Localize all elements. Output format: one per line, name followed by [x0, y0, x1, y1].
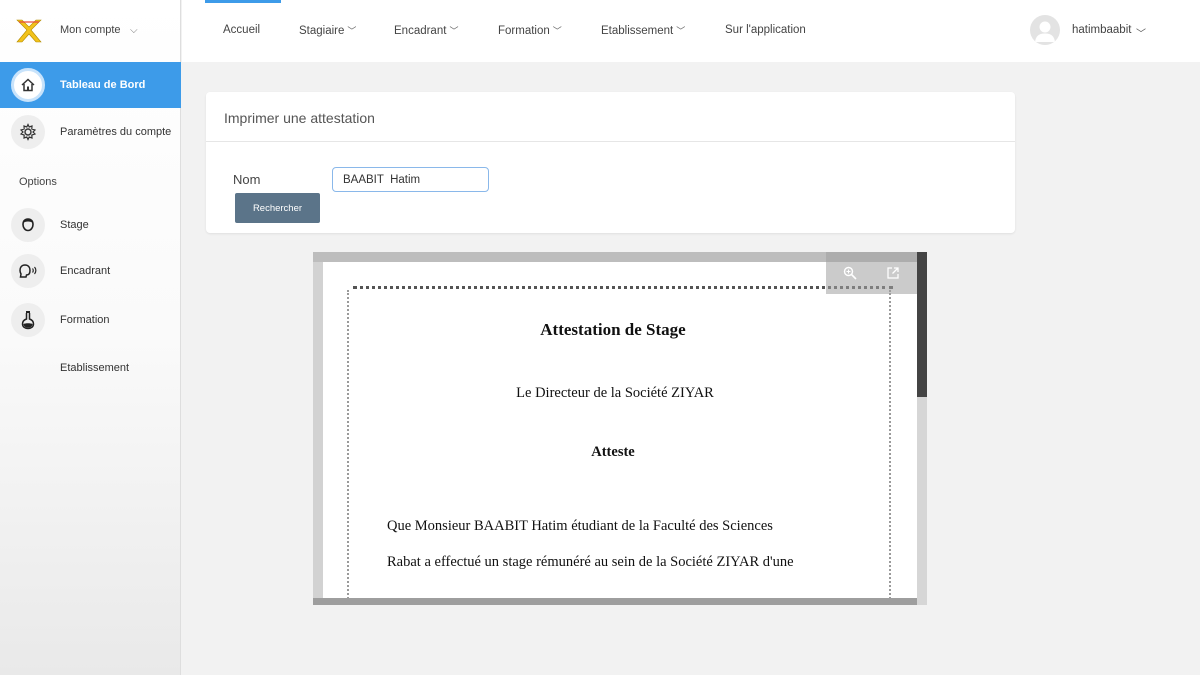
sidebar-item-encadrant[interactable]: Encadrant	[0, 248, 181, 294]
nav-label: Accueil	[223, 24, 261, 36]
nav-label: Formation	[498, 25, 550, 37]
chevron-down-icon[interactable]: ﹀	[1136, 25, 1146, 40]
document-atteste: Atteste	[591, 444, 635, 460]
speaking-head-icon	[11, 254, 45, 288]
chevron-down-icon: ﹀	[552, 26, 562, 36]
nav-label: Sur l'application	[725, 24, 806, 36]
document-title: Attestation de Stage	[540, 320, 686, 339]
nav-label: Stagiaire	[299, 25, 345, 37]
nav-accueil[interactable]: Accueil	[223, 24, 260, 36]
viewer-scrollbar[interactable]	[917, 252, 927, 605]
nav-encadrant[interactable]: Encadrant ﹀	[394, 24, 458, 37]
avatar[interactable]	[1030, 15, 1060, 45]
print-attestation-card: Imprimer une attestation Nom Rechercher	[206, 92, 1015, 233]
viewer-toolbar	[826, 252, 917, 294]
sidebar: Mon compte ⌵ Tableau de Bord Paramètres …	[0, 0, 181, 675]
sidebar-item-parametres[interactable]: Paramètres du compte	[0, 109, 181, 155]
open-external-icon[interactable]	[884, 264, 902, 282]
nom-input[interactable]	[332, 167, 489, 192]
home-icon	[11, 68, 45, 102]
sidebar-item-label: Formation	[60, 314, 110, 326]
active-nav-indicator	[205, 0, 281, 3]
sidebar-item-label: Encadrant	[60, 265, 111, 277]
head-icon	[11, 208, 45, 242]
search-button[interactable]: Rechercher	[235, 193, 320, 223]
document-line: Le Directeur de la Société ZIYAR	[516, 385, 714, 401]
sidebar-item-formation[interactable]: Formation	[0, 297, 181, 343]
chevron-down-icon: ﹀	[676, 26, 686, 36]
divider	[206, 141, 1015, 142]
sidebar-item-tableau-de-bord[interactable]: Tableau de Bord	[0, 62, 181, 108]
sidebar-item-stage[interactable]: Stage	[0, 202, 181, 248]
user-icon	[1035, 21, 1055, 42]
pdf-viewer[interactable]: Attestation de Stage Le Directeur de la …	[313, 252, 927, 605]
document-paragraph-line: Que Monsieur BAABIT Hatim étudiant de la…	[387, 518, 773, 534]
chevron-down-icon[interactable]: ⌵	[130, 25, 138, 36]
nav-etablissement[interactable]: Etablissement ﹀	[601, 24, 685, 37]
nav-stagiaire[interactable]: Stagiaire ﹀	[299, 24, 356, 37]
card-title: Imprimer une attestation	[224, 110, 375, 126]
user-name[interactable]: hatimbaabit	[1072, 24, 1131, 36]
sidebar-item-etablissement[interactable]: Etablissement	[60, 362, 129, 374]
account-label[interactable]: Mon compte	[60, 24, 121, 36]
zoom-icon[interactable]	[841, 264, 859, 282]
page-bottom-edge	[313, 598, 927, 605]
document-paragraph-line: Rabat a effectué un stage rémunéré au se…	[387, 554, 794, 570]
nav-sur-application[interactable]: Sur l'application	[725, 24, 806, 36]
nav-formation[interactable]: Formation ﹀	[498, 24, 562, 37]
sidebar-item-label: Stage	[60, 219, 89, 231]
flask-icon	[11, 303, 45, 337]
nav-label: Etablissement	[601, 25, 674, 37]
account-menu[interactable]: Mon compte ⌵	[0, 0, 181, 62]
sidebar-item-label: Tableau de Bord	[60, 79, 146, 91]
top-navigation: Accueil Stagiaire ﹀ Encadrant ﹀ Formation ﹀…	[182, 0, 1200, 62]
chevron-down-icon: ﹀	[347, 26, 357, 36]
page-border-top	[353, 286, 893, 289]
sidebar-item-label: Paramètres du compte	[60, 126, 172, 138]
scrollbar-thumb[interactable]	[917, 252, 927, 397]
pdf-page: Attestation de Stage Le Directeur de la …	[323, 262, 917, 605]
logo-icon	[16, 19, 42, 43]
gear-icon	[11, 115, 45, 149]
nom-label: Nom	[233, 172, 261, 187]
options-heading: Options	[19, 176, 57, 188]
chevron-down-icon: ﹀	[449, 26, 459, 36]
nav-label: Encadrant	[394, 25, 447, 37]
